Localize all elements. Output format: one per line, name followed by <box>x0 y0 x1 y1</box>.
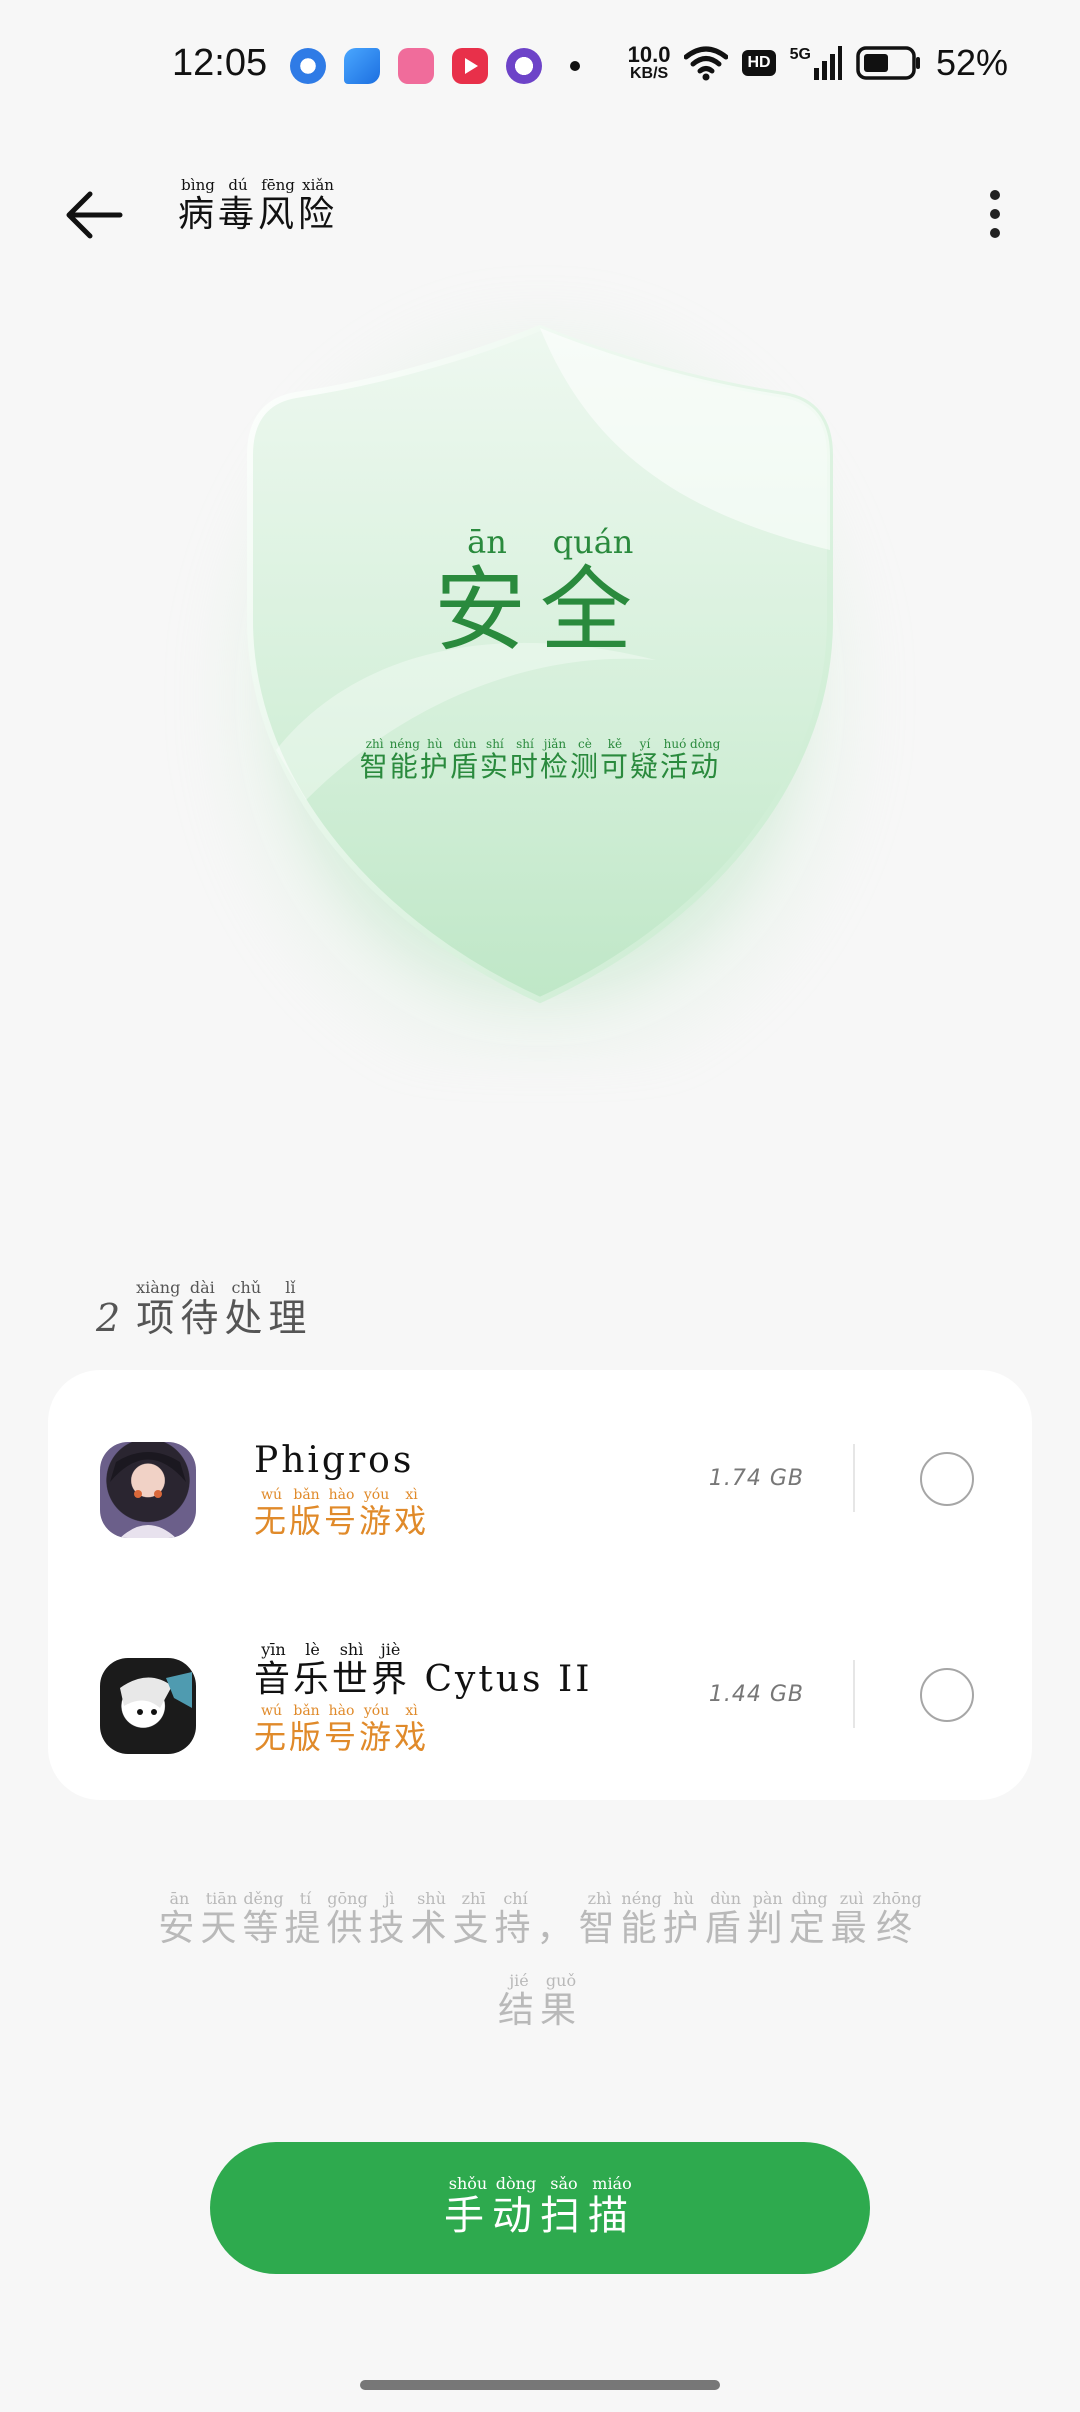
more-options-button[interactable] <box>970 184 1020 244</box>
battery-icon <box>856 46 920 80</box>
youtube-icon <box>452 48 488 84</box>
app-size: 1.44 GB <box>708 1682 804 1707</box>
wifi-icon <box>684 46 729 81</box>
divider <box>853 1660 855 1728</box>
status-time: 12:05 <box>172 42 268 84</box>
notification-icons <box>290 48 580 84</box>
title-char: 毒dú <box>218 176 259 235</box>
manual-scan-label: 手shǒu动dòng扫sǎo描miáo <box>444 2173 636 2239</box>
more-dots-icon <box>990 190 1000 200</box>
app-size: 1.74 GB <box>708 1466 804 1491</box>
provider-note: 安ān天tiān等děng提tí供gōng技jì术shù支zhī持chí，智zh… <box>158 1889 922 2031</box>
select-radio[interactable] <box>920 1452 974 1506</box>
app-tag: 无wú版bǎn号hào游yóu戏xì <box>254 1487 430 1540</box>
back-button[interactable] <box>60 180 130 250</box>
network-speed: 10.0 KB/S <box>627 42 671 82</box>
page-title: 病bìng毒dú风fēng险xiǎn <box>178 176 339 237</box>
cell-signal: 5G <box>790 46 842 80</box>
pending-count: 2 <box>96 1296 127 1340</box>
title-char: 风fēng <box>258 176 299 235</box>
bilibili-icon <box>398 48 434 84</box>
status-indicators: 10.0 KB/S HD 5G 52% <box>628 42 1008 84</box>
select-radio[interactable] <box>920 1668 974 1722</box>
app-tag: 无wú版bǎn号hào游yóu戏xì <box>254 1703 430 1756</box>
purple-app-icon <box>506 48 542 84</box>
security-status-title: 安ān全quán <box>433 523 647 664</box>
signal-bars-icon <box>813 46 842 80</box>
hd-badge: HD <box>742 50 776 76</box>
app-name: 音yīn乐lè世shì界jiè Cytus II <box>254 1640 593 1700</box>
cytus-ii-app-icon <box>100 1658 196 1754</box>
list-item[interactable]: Phigros 无wú版bǎn号hào游yóu戏xì 1.74 GB <box>48 1370 1032 1586</box>
app-name: Phigros <box>254 1440 415 1481</box>
back-arrow-icon <box>66 191 123 239</box>
home-indicator[interactable] <box>360 2380 720 2390</box>
divider <box>853 1444 855 1512</box>
battery-percent: 52% <box>935 42 1008 83</box>
feishu-icon <box>344 48 380 84</box>
security-status-subtitle: 智zhì能néng护hù盾dùn实shí时shí检jiǎn测cè可kě疑yí活h… <box>359 737 721 783</box>
list-item[interactable]: 音yīn乐lè世shì界jiè Cytus II 无wú版bǎn号hào游yóu… <box>48 1586 1032 1802</box>
status-bar: 12:05 10.0 KB/S HD 5G 52% <box>0 0 1080 140</box>
more-notifications-dot-icon <box>570 61 580 71</box>
pending-items-heading: 2 项xiàng待dài处chǔ理lǐ <box>96 1278 313 1340</box>
phigros-app-icon <box>100 1442 196 1538</box>
qq-browser-icon <box>290 48 326 84</box>
title-char: 险xiǎn <box>298 176 339 235</box>
manual-scan-button[interactable]: 手shǒu动dòng扫sǎo描miáo <box>210 2142 870 2274</box>
pending-items-card: Phigros 无wú版bǎn号hào游yóu戏xì 1.74 GB 音yīn乐… <box>48 1370 1032 1800</box>
title-char: 病bìng <box>178 176 219 235</box>
